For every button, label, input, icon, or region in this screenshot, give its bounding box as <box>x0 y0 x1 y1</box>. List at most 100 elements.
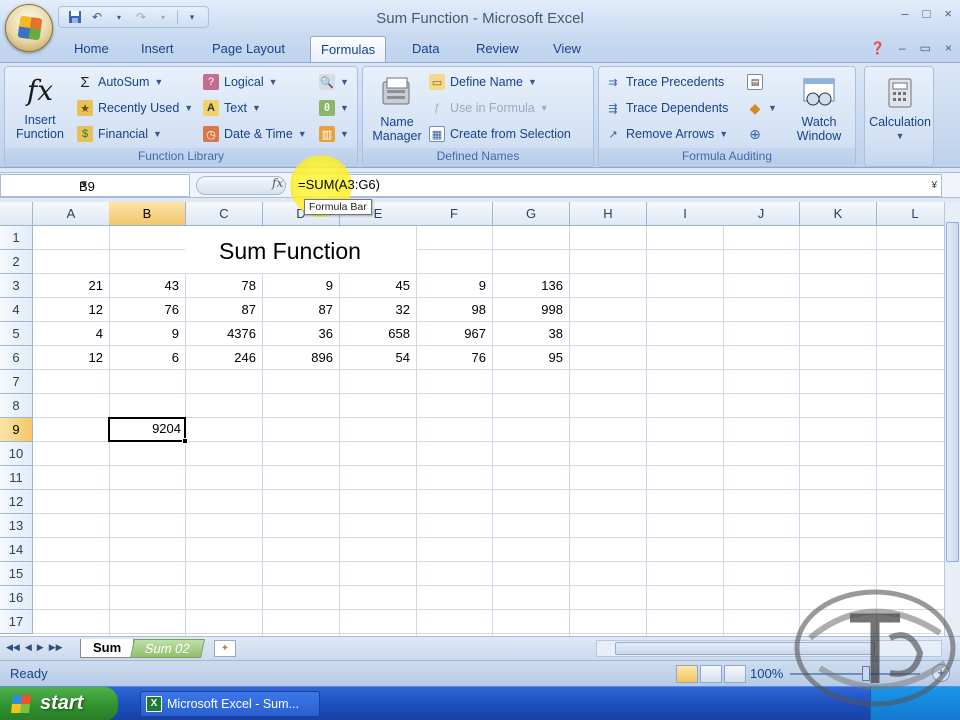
cell-a3[interactable]: 21 <box>33 274 110 298</box>
cell-g4[interactable]: 998 <box>493 298 570 322</box>
tab-data[interactable]: Data <box>412 41 439 56</box>
cell-f3[interactable]: 9 <box>416 274 493 298</box>
cell-g3[interactable]: 136 <box>493 274 570 298</box>
workbook-restore-button[interactable]: ▭ <box>920 41 931 55</box>
error-checking-button[interactable]: ◆ ▼ <box>747 97 777 119</box>
page-layout-view-button[interactable] <box>700 665 722 683</box>
row-header-12[interactable]: 12 <box>0 490 33 514</box>
worksheet-grid[interactable]: A B C D E F G H I J K L 1 2 3 4 5 6 7 8 9 10 11 12 13 14 15 16 17 Sum… <box>0 202 944 636</box>
column-header-b[interactable]: B <box>109 202 186 226</box>
cell-g5[interactable]: 38 <box>493 322 570 346</box>
row-header-2[interactable]: 2 <box>0 250 33 274</box>
cell-d3[interactable]: 9 <box>263 274 340 298</box>
insert-function-button[interactable]: fx Insert Function <box>9 71 71 142</box>
logical-button[interactable]: ? Logical ▼ <box>203 71 278 93</box>
create-from-selection-button[interactable]: ▦ Create from Selection <box>429 123 571 145</box>
maximize-button[interactable]: □ <box>923 6 931 21</box>
cell-a5[interactable]: 4 <box>33 322 110 346</box>
insert-sheet-icon[interactable]: ✦ <box>214 640 236 657</box>
normal-view-button[interactable] <box>676 665 698 683</box>
cell-c3[interactable]: 78 <box>186 274 263 298</box>
workbook-close-button[interactable]: × <box>945 41 952 55</box>
expand-formula-bar-icon[interactable]: ¥ <box>931 180 937 191</box>
column-header-h[interactable]: H <box>570 202 647 226</box>
row-header-14[interactable]: 14 <box>0 538 33 562</box>
insert-function-icon[interactable]: fx <box>272 176 283 190</box>
cell-f6[interactable]: 76 <box>416 346 493 370</box>
evaluate-formula-button[interactable]: ⊕ <box>747 123 763 145</box>
cell-d6[interactable]: 896 <box>263 346 340 370</box>
workbook-minimize-button[interactable]: – <box>899 41 906 55</box>
trace-dependents-button[interactable]: ⇶ Trace Dependents <box>605 97 728 119</box>
tab-formulas[interactable]: Formulas <box>310 36 387 63</box>
use-in-formula-button[interactable]: ƒ Use in Formula ▼ <box>429 97 549 119</box>
sheet-tab-sum-02[interactable]: Sum 02 <box>129 639 205 658</box>
cell-b4[interactable]: 76 <box>109 298 186 322</box>
row-header-15[interactable]: 15 <box>0 562 33 586</box>
chevron-down-icon[interactable]: ▼ <box>79 179 186 190</box>
math-trig-button[interactable]: θ ▼ <box>319 97 349 119</box>
column-header-i[interactable]: I <box>647 202 724 226</box>
office-button[interactable] <box>5 4 53 52</box>
cell-b3[interactable]: 43 <box>109 274 186 298</box>
first-sheet-icon[interactable]: ◀◀ <box>6 642 20 653</box>
taskbar-item-excel[interactable]: X Microsoft Excel - Sum... <box>140 691 320 717</box>
column-header-k[interactable]: K <box>800 202 877 226</box>
cell-e6[interactable]: 54 <box>340 346 417 370</box>
cell-b5[interactable]: 9 <box>109 322 186 346</box>
close-button[interactable]: × <box>944 6 952 21</box>
row-header-9[interactable]: 9 <box>0 418 33 442</box>
cell-a6[interactable]: 12 <box>33 346 110 370</box>
cell-b6[interactable]: 6 <box>109 346 186 370</box>
recently-used-button[interactable]: ★ Recently Used ▼ <box>77 97 193 119</box>
cell-e5[interactable]: 658 <box>340 322 417 346</box>
start-button[interactable]: start <box>0 687 118 720</box>
financial-button[interactable]: $ Financial ▼ <box>77 123 162 145</box>
column-header-g[interactable]: G <box>493 202 570 226</box>
zoom-level[interactable]: 100% <box>750 666 783 681</box>
cell-c6[interactable]: 246 <box>186 346 263 370</box>
fill-handle[interactable] <box>182 438 188 444</box>
trace-precedents-button[interactable]: ⇉ Trace Precedents <box>605 71 724 93</box>
row-header-4[interactable]: 4 <box>0 298 33 322</box>
name-box[interactable]: B9 ▼ <box>0 174 190 197</box>
next-sheet-icon[interactable]: ▶ <box>37 642 44 653</box>
row-header-8[interactable]: 8 <box>0 394 33 418</box>
row-header-17[interactable]: 17 <box>0 610 33 634</box>
column-header-f[interactable]: F <box>416 202 493 226</box>
cell-f4[interactable]: 98 <box>416 298 493 322</box>
autosum-button[interactable]: Σ AutoSum ▼ <box>77 71 163 93</box>
cell-c4[interactable]: 87 <box>186 298 263 322</box>
formula-input[interactable]: ¥ <box>292 174 942 197</box>
cell-e4[interactable]: 32 <box>340 298 417 322</box>
cell-d5[interactable]: 36 <box>263 322 340 346</box>
row-header-1[interactable]: 1 <box>0 226 33 250</box>
cell-a4[interactable]: 12 <box>33 298 110 322</box>
row-header-11[interactable]: 11 <box>0 466 33 490</box>
selected-cell-b9[interactable]: 9204 <box>108 417 186 442</box>
vertical-scrollbar[interactable] <box>944 202 960 636</box>
tab-insert[interactable]: Insert <box>141 41 174 56</box>
cell-d4[interactable]: 87 <box>263 298 340 322</box>
cell-f5[interactable]: 967 <box>416 322 493 346</box>
cell-e3[interactable]: 45 <box>340 274 417 298</box>
cell-g6[interactable]: 95 <box>493 346 570 370</box>
row-header-5[interactable]: 5 <box>0 322 33 346</box>
help-icon[interactable]: ❓ <box>870 41 885 55</box>
prev-sheet-icon[interactable]: ◀ <box>25 642 32 653</box>
name-manager-button[interactable]: Name Manager <box>367 73 427 143</box>
column-header-j[interactable]: J <box>723 202 800 226</box>
tab-page-layout[interactable]: Page Layout <box>212 41 285 56</box>
row-header-10[interactable]: 10 <box>0 442 33 466</box>
row-header-13[interactable]: 13 <box>0 514 33 538</box>
select-all-corner[interactable] <box>0 202 33 226</box>
row-header-6[interactable]: 6 <box>0 346 33 370</box>
text-button[interactable]: A Text ▼ <box>203 97 261 119</box>
remove-arrows-button[interactable]: ↗ Remove Arrows ▼ <box>605 123 728 145</box>
row-header-3[interactable]: 3 <box>0 274 33 298</box>
vertical-scroll-thumb[interactable] <box>946 222 959 562</box>
sheet-tab-sum[interactable]: Sum <box>80 639 135 658</box>
tab-home[interactable]: Home <box>74 41 109 56</box>
cell-c5[interactable]: 4376 <box>186 322 263 346</box>
define-name-button[interactable]: ▭ Define Name ▼ <box>429 71 537 93</box>
